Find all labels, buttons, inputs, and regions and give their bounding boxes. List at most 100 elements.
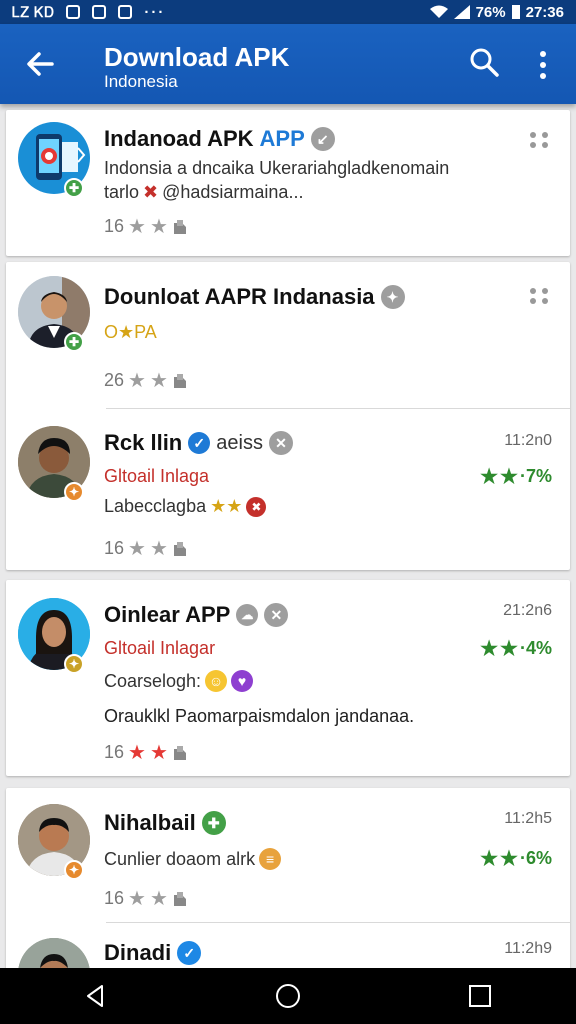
nav-recents-icon[interactable] — [466, 982, 494, 1010]
document-icon — [173, 219, 186, 234]
item-count: 16 — [104, 742, 125, 762]
verified-icon: ✓ — [177, 941, 202, 965]
star-icon: ★★ — [210, 496, 243, 516]
system-nav-bar — [0, 968, 576, 1024]
item-meta: 16 ★ ★ — [104, 740, 188, 765]
rating-value: ·6% — [519, 848, 552, 868]
item-description: Cunlier doaom alrk ≡ — [104, 848, 282, 870]
verified-icon: ✦ — [380, 285, 405, 309]
battery-level: 76% — [475, 3, 506, 21]
add-icon: ✚ — [201, 811, 226, 835]
star-icon: ★ — [149, 888, 168, 910]
clock: 27:36 — [525, 3, 564, 21]
star-icon: ★ — [500, 466, 518, 488]
item-count: 16 — [104, 538, 125, 558]
list-group: ✦ Nihalbail ✚ 11:2h5 Cunlier doaom alrk … — [6, 788, 570, 968]
star-icon: ★ — [128, 216, 146, 238]
pin-icon: ✖ — [143, 182, 159, 202]
signal-icon — [453, 5, 470, 19]
star-icon: ★ — [149, 742, 168, 764]
rating: ★ ★ ·4% — [480, 636, 552, 661]
star-icon: ★ — [500, 848, 518, 870]
item-subline: Labecclagba ★★ ✖ — [104, 496, 267, 517]
search-icon[interactable] — [468, 46, 500, 78]
nav-home-icon[interactable] — [274, 982, 302, 1010]
rating-value: ·7% — [519, 466, 552, 486]
wifi-icon — [429, 5, 448, 18]
rating: ★ ★ ·6% — [480, 846, 552, 871]
item-count: 16 — [104, 216, 125, 236]
list-item[interactable]: ✦ Rck llin ✓ aeiss ✕ 11:2n0 Gltoail Inla… — [6, 410, 570, 570]
close-icon[interactable]: ✕ — [268, 431, 293, 455]
divider — [106, 408, 570, 409]
close-icon[interactable]: ✕ — [264, 603, 289, 627]
list-item[interactable]: ✦ Nihalbail ✚ 11:2h5 Cunlier doaom alrk … — [6, 788, 570, 920]
drag-handle-icon[interactable] — [528, 130, 552, 150]
item-subline: Coarselogh: ☺ ♥ — [104, 670, 254, 692]
item-name: Indanoad APK — [104, 126, 254, 151]
item-name: Rck llin — [104, 430, 183, 455]
item-description-text: Cunlier doaom alrk — [104, 848, 256, 869]
document-icon — [173, 373, 186, 388]
status-bar: ᏞᏃ ᏦᎠ ··· 76% 27:36 — [0, 0, 576, 24]
status-badge: ✚ — [64, 332, 84, 352]
item-name-tag: aeiss — [216, 431, 263, 454]
list-item[interactable]: ✚ Indanoad APK APP ↙ Indonsia a dncaika … — [6, 110, 570, 256]
burger-emoji-icon: ≡ — [259, 848, 282, 870]
star-icon: ★ — [149, 538, 168, 560]
list-item[interactable]: ✦ Oinlear APP ☁ ✕ 21:2n6 Gltoail Inlagar… — [6, 580, 570, 776]
verified-icon: ↙ — [310, 127, 335, 151]
status-left-text: ᏞᏃ ᏦᎠ — [12, 3, 55, 20]
item-name: Dinadi — [104, 940, 172, 965]
overflow-menu-icon[interactable] — [534, 48, 552, 82]
verified-icon: ✓ — [188, 432, 211, 454]
item-title: Dounloat AAPR Indanasia ✦ — [104, 284, 405, 310]
star-icon: ★ — [480, 466, 499, 488]
item-subline-text: @hadsiarmaina... — [162, 182, 304, 202]
item-name: Nihalbail — [104, 810, 196, 835]
emoji-icon: ☺ — [205, 670, 228, 692]
status-badge: ✦ — [64, 860, 84, 880]
star-icon: ★ — [128, 888, 146, 910]
document-icon — [173, 541, 186, 556]
battery-icon — [511, 5, 520, 19]
cloud-icon: ☁ — [236, 604, 259, 626]
nav-back-icon[interactable] — [82, 982, 110, 1010]
back-arrow-icon[interactable] — [22, 46, 58, 82]
item-meta: 26 ★ ★ — [104, 368, 188, 393]
drag-handle-icon[interactable] — [528, 286, 552, 306]
timestamp: 11:2n0 — [504, 432, 552, 449]
star-icon: ★ — [128, 538, 146, 560]
list-item[interactable]: Dinadi ✓ 11:2h9 — [6, 924, 570, 968]
timestamp: 21:2n6 — [503, 602, 552, 619]
notification-icon — [92, 5, 107, 19]
item-count: 16 — [104, 888, 125, 908]
item-description: O★PA — [104, 322, 157, 342]
document-icon — [173, 745, 186, 760]
timestamp: 11:2h9 — [504, 940, 552, 957]
rating: ★ ★ ·7% — [480, 464, 552, 489]
item-name: Dounloat AAPR Indanasia — [104, 284, 375, 309]
page-title: Download APK — [104, 42, 290, 72]
item-meta: 16 ★ ★ — [104, 536, 188, 561]
status-badge: ✦ — [64, 654, 84, 674]
star-icon: ★ — [149, 216, 168, 238]
message-list[interactable]: ✚ Indanoad APK APP ↙ Indonsia a dncaika … — [0, 104, 576, 968]
star-icon: ★ — [128, 370, 146, 392]
heart-icon: ♥ — [231, 670, 254, 692]
document-icon — [173, 891, 186, 906]
item-title: Dinadi ✓ — [104, 940, 202, 966]
item-name: Oinlear APP — [104, 602, 231, 627]
item-message: Orauklkl Paomarpaismdalon jandanaa. — [104, 706, 415, 726]
person-avatar — [18, 938, 90, 968]
tool-icon: ✖ — [246, 496, 267, 517]
more-notifications-icon: ··· — [144, 3, 166, 21]
star-icon: ★ — [480, 848, 499, 870]
item-meta: 16 ★ ★ — [104, 886, 188, 911]
star-icon: ★ — [480, 638, 499, 660]
page-subtitle: Indonesia — [104, 72, 178, 91]
list-item[interactable]: ✚ Dounloat AAPR Indanasia ✦ O★PA 26 ★ ★ — [6, 262, 570, 408]
app-bar: Download APK Indonesia — [0, 24, 576, 104]
star-icon: ★ — [128, 742, 146, 764]
item-subline-text: Labecclagba — [104, 496, 207, 516]
